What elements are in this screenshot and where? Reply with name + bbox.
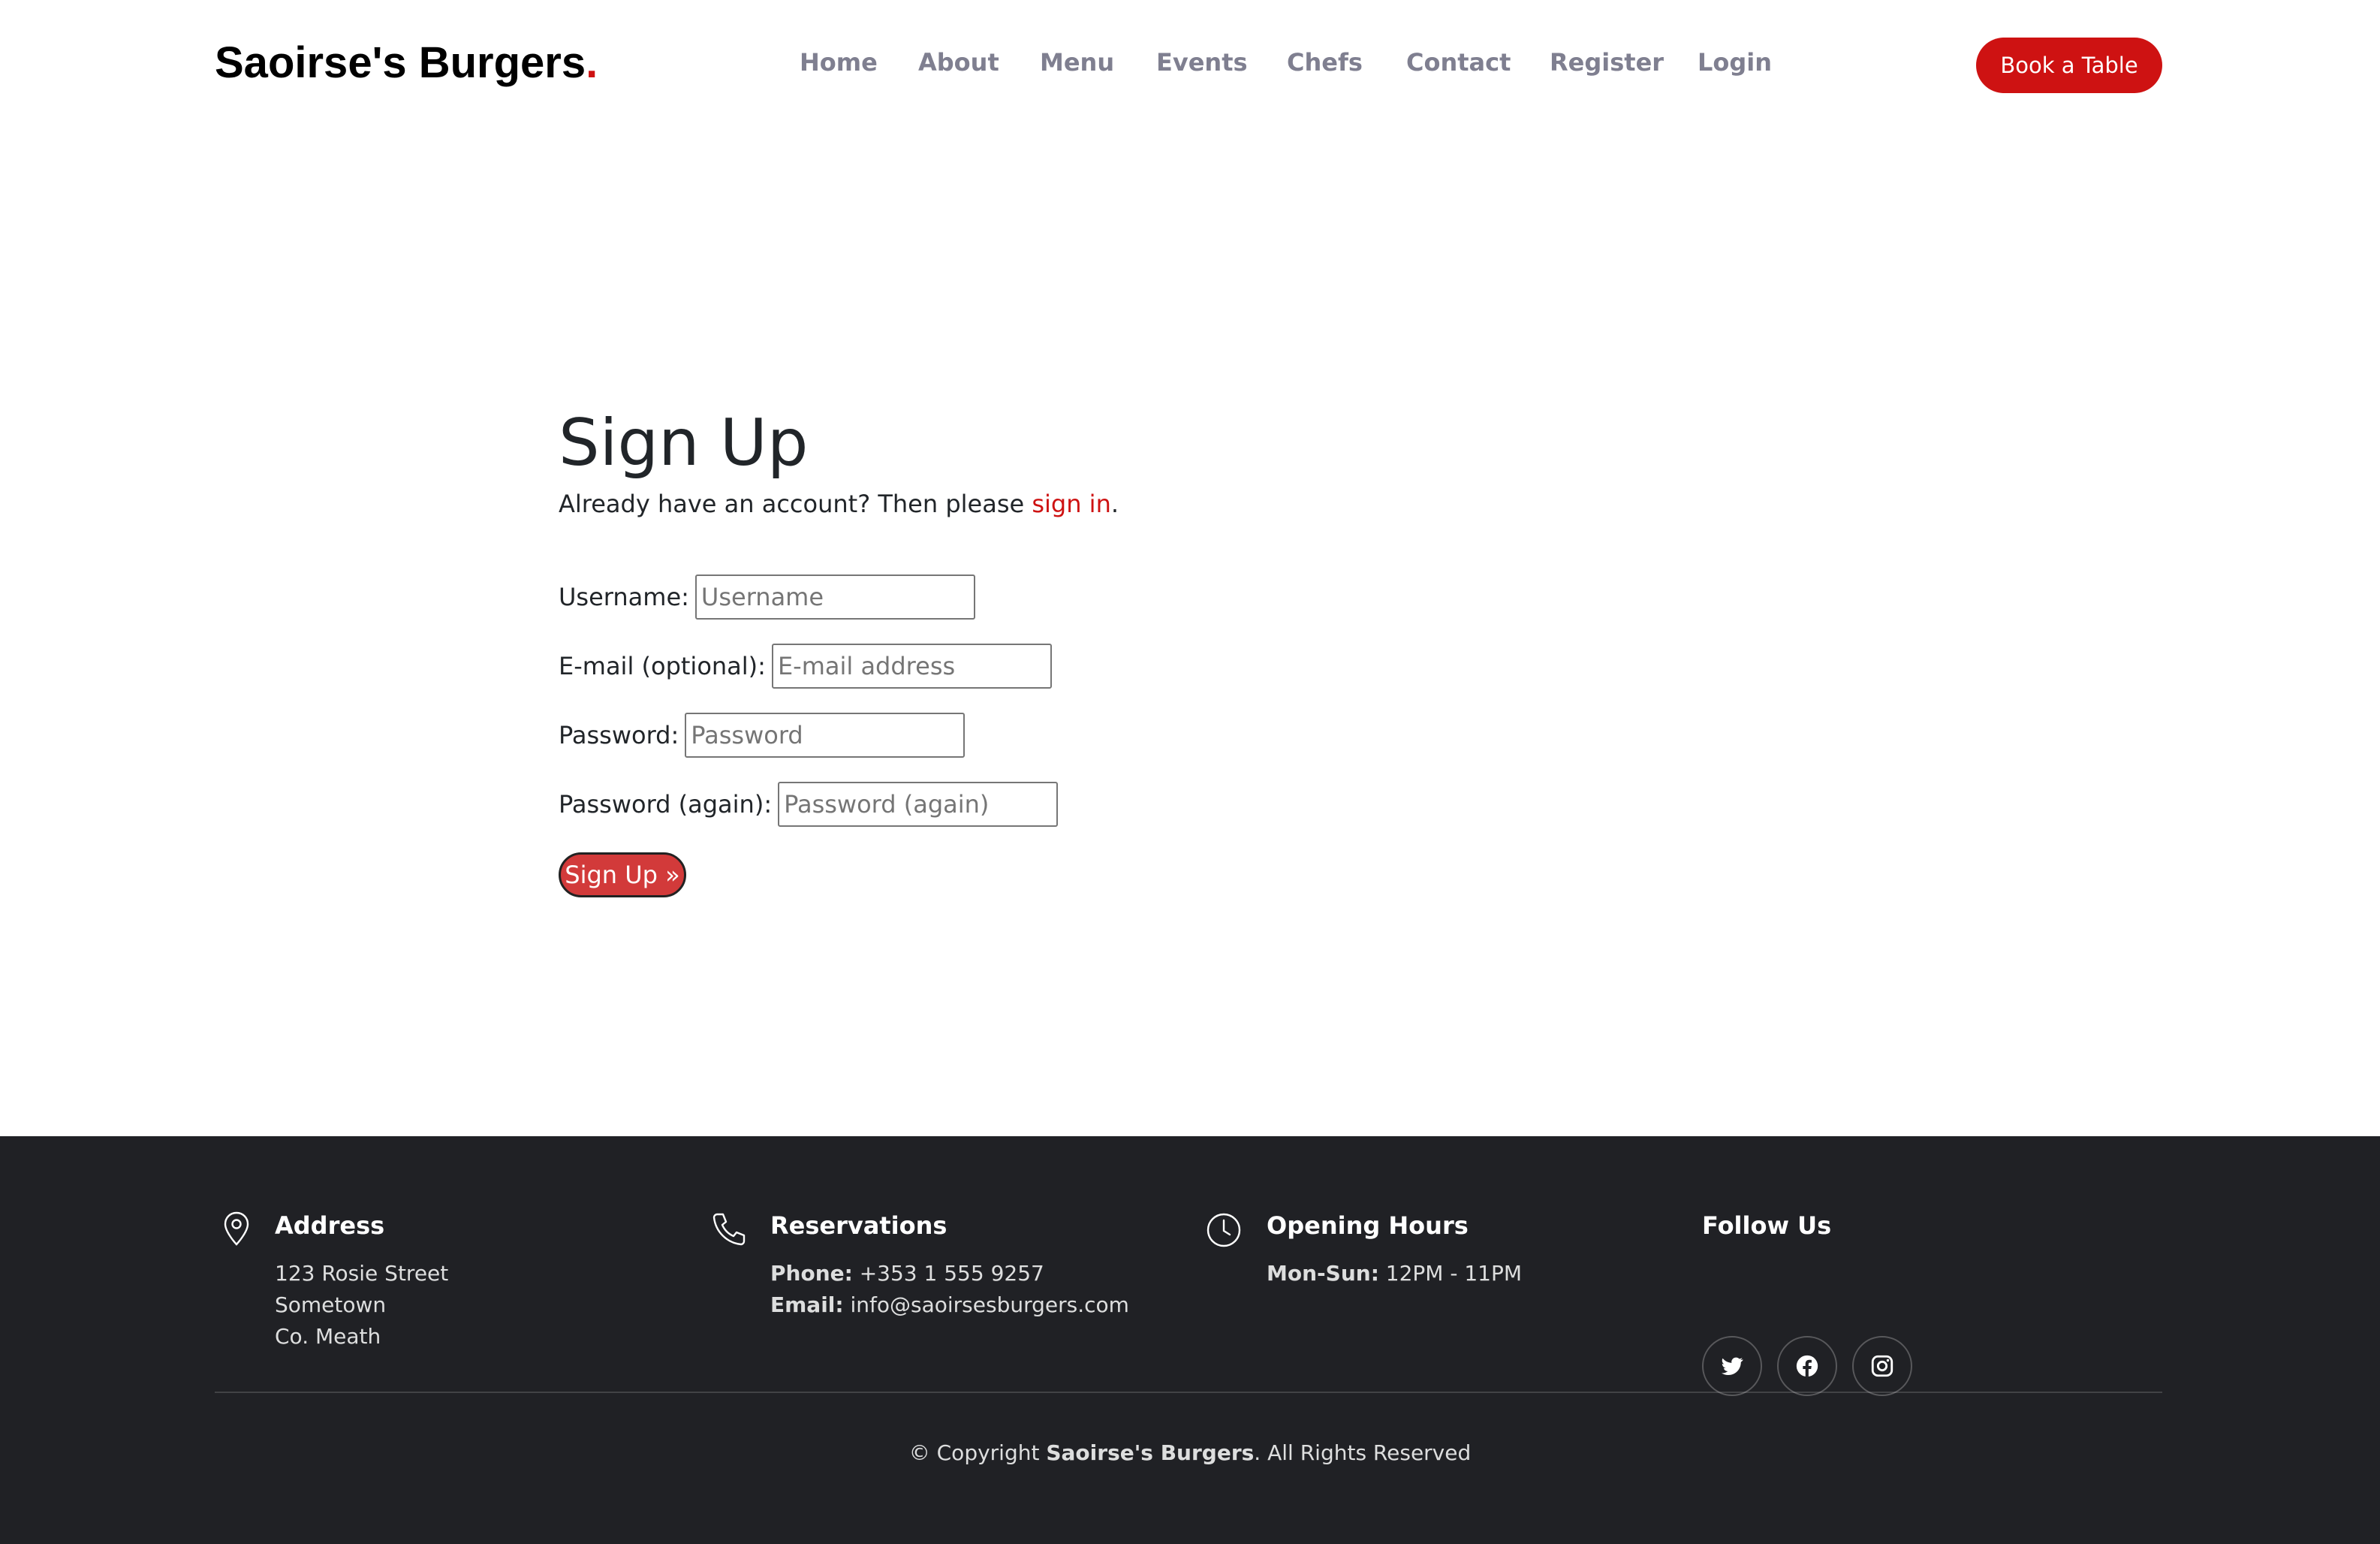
phone-icon xyxy=(712,1213,746,1246)
instagram-link[interactable] xyxy=(1852,1336,1912,1396)
nav-contact[interactable]: Contact xyxy=(1406,48,1511,77)
password-label: Password: xyxy=(559,721,679,749)
signin-prompt-suffix: . xyxy=(1110,490,1119,518)
password-again-input[interactable] xyxy=(778,782,1059,827)
hours-heading: Opening Hours xyxy=(1267,1211,1469,1240)
nav-events[interactable]: Events xyxy=(1156,48,1248,77)
twitter-link[interactable] xyxy=(1702,1336,1762,1396)
clock-icon xyxy=(1207,1213,1241,1247)
username-row: Username: xyxy=(559,574,975,620)
address-line-3: Co. Meath xyxy=(275,1324,381,1349)
nav-register[interactable]: Register xyxy=(1550,48,1664,77)
reservations-heading: Reservations xyxy=(770,1211,947,1240)
nav-about[interactable]: About xyxy=(918,48,999,77)
password-row: Password: xyxy=(559,713,966,758)
nav-home[interactable]: Home xyxy=(800,48,878,77)
facebook-link[interactable] xyxy=(1777,1336,1837,1396)
nav-login[interactable]: Login xyxy=(1698,48,1772,77)
signin-prompt: Already have an account? Then please sig… xyxy=(559,490,1835,518)
phone-number: +353 1 555 9257 xyxy=(852,1261,1044,1286)
instagram-icon xyxy=(1871,1355,1893,1377)
email-input[interactable] xyxy=(771,644,1052,689)
email-line: Email: info@saoirsesburgers.com xyxy=(770,1289,1129,1321)
hours-line: Mon-Sun: 12PM - 11PM xyxy=(1267,1258,1522,1289)
address-heading: Address xyxy=(275,1211,385,1240)
follow-heading: Follow Us xyxy=(1702,1211,1832,1240)
copyright: © Copyright Saoirse's Burgers. All Right… xyxy=(0,1440,2380,1465)
phone-line: Phone: +353 1 555 9257 xyxy=(770,1258,1044,1289)
username-label: Username: xyxy=(559,583,689,611)
phone-label: Phone: xyxy=(770,1261,853,1286)
email-address[interactable]: info@saoirsesburgers.com xyxy=(844,1292,1128,1317)
hours-times: 12PM - 11PM xyxy=(1378,1261,1523,1286)
password-again-row: Password (again): xyxy=(559,782,1059,827)
copyright-suffix: . All Rights Reserved xyxy=(1254,1440,1472,1465)
book-table-button[interactable]: Book a Table xyxy=(1976,38,2162,93)
signup-section: Sign Up Already have an account? Then pl… xyxy=(559,406,1835,897)
logo-dot: . xyxy=(586,38,598,87)
username-input[interactable] xyxy=(694,574,975,620)
site-header: Saoirse's Burgers. Home About Menu Event… xyxy=(0,0,2380,129)
site-logo[interactable]: Saoirse's Burgers. xyxy=(215,38,598,88)
signin-link[interactable]: sign in xyxy=(1032,490,1111,518)
password-input[interactable] xyxy=(685,713,966,758)
hours-days: Mon-Sun: xyxy=(1267,1261,1379,1286)
facebook-icon xyxy=(1796,1355,1818,1377)
password-again-label: Password (again): xyxy=(559,790,773,819)
address-line-1: 123 Rosie Street xyxy=(275,1261,449,1286)
nav-menu[interactable]: Menu xyxy=(1040,48,1114,77)
page-title: Sign Up xyxy=(559,406,809,481)
email-label: E-mail (optional): xyxy=(559,652,766,680)
map-pin-icon xyxy=(224,1211,249,1246)
signup-button[interactable]: Sign Up » xyxy=(559,852,686,897)
logo-text: Saoirse's Burgers xyxy=(215,38,586,87)
signin-prompt-text: Already have an account? Then please xyxy=(559,490,1032,518)
copyright-brand: Saoirse's Burgers xyxy=(1046,1440,1255,1465)
email-label-footer: Email: xyxy=(770,1292,844,1317)
footer-divider xyxy=(215,1392,2162,1393)
copyright-prefix: © Copyright xyxy=(908,1440,1047,1465)
email-row: E-mail (optional): xyxy=(559,644,1052,689)
twitter-icon xyxy=(1721,1357,1743,1376)
address-line-2: Sometown xyxy=(275,1292,387,1317)
nav-chefs[interactable]: Chefs xyxy=(1287,48,1363,77)
site-footer: Address 123 Rosie Street Sometown Co. Me… xyxy=(0,1136,2380,1544)
